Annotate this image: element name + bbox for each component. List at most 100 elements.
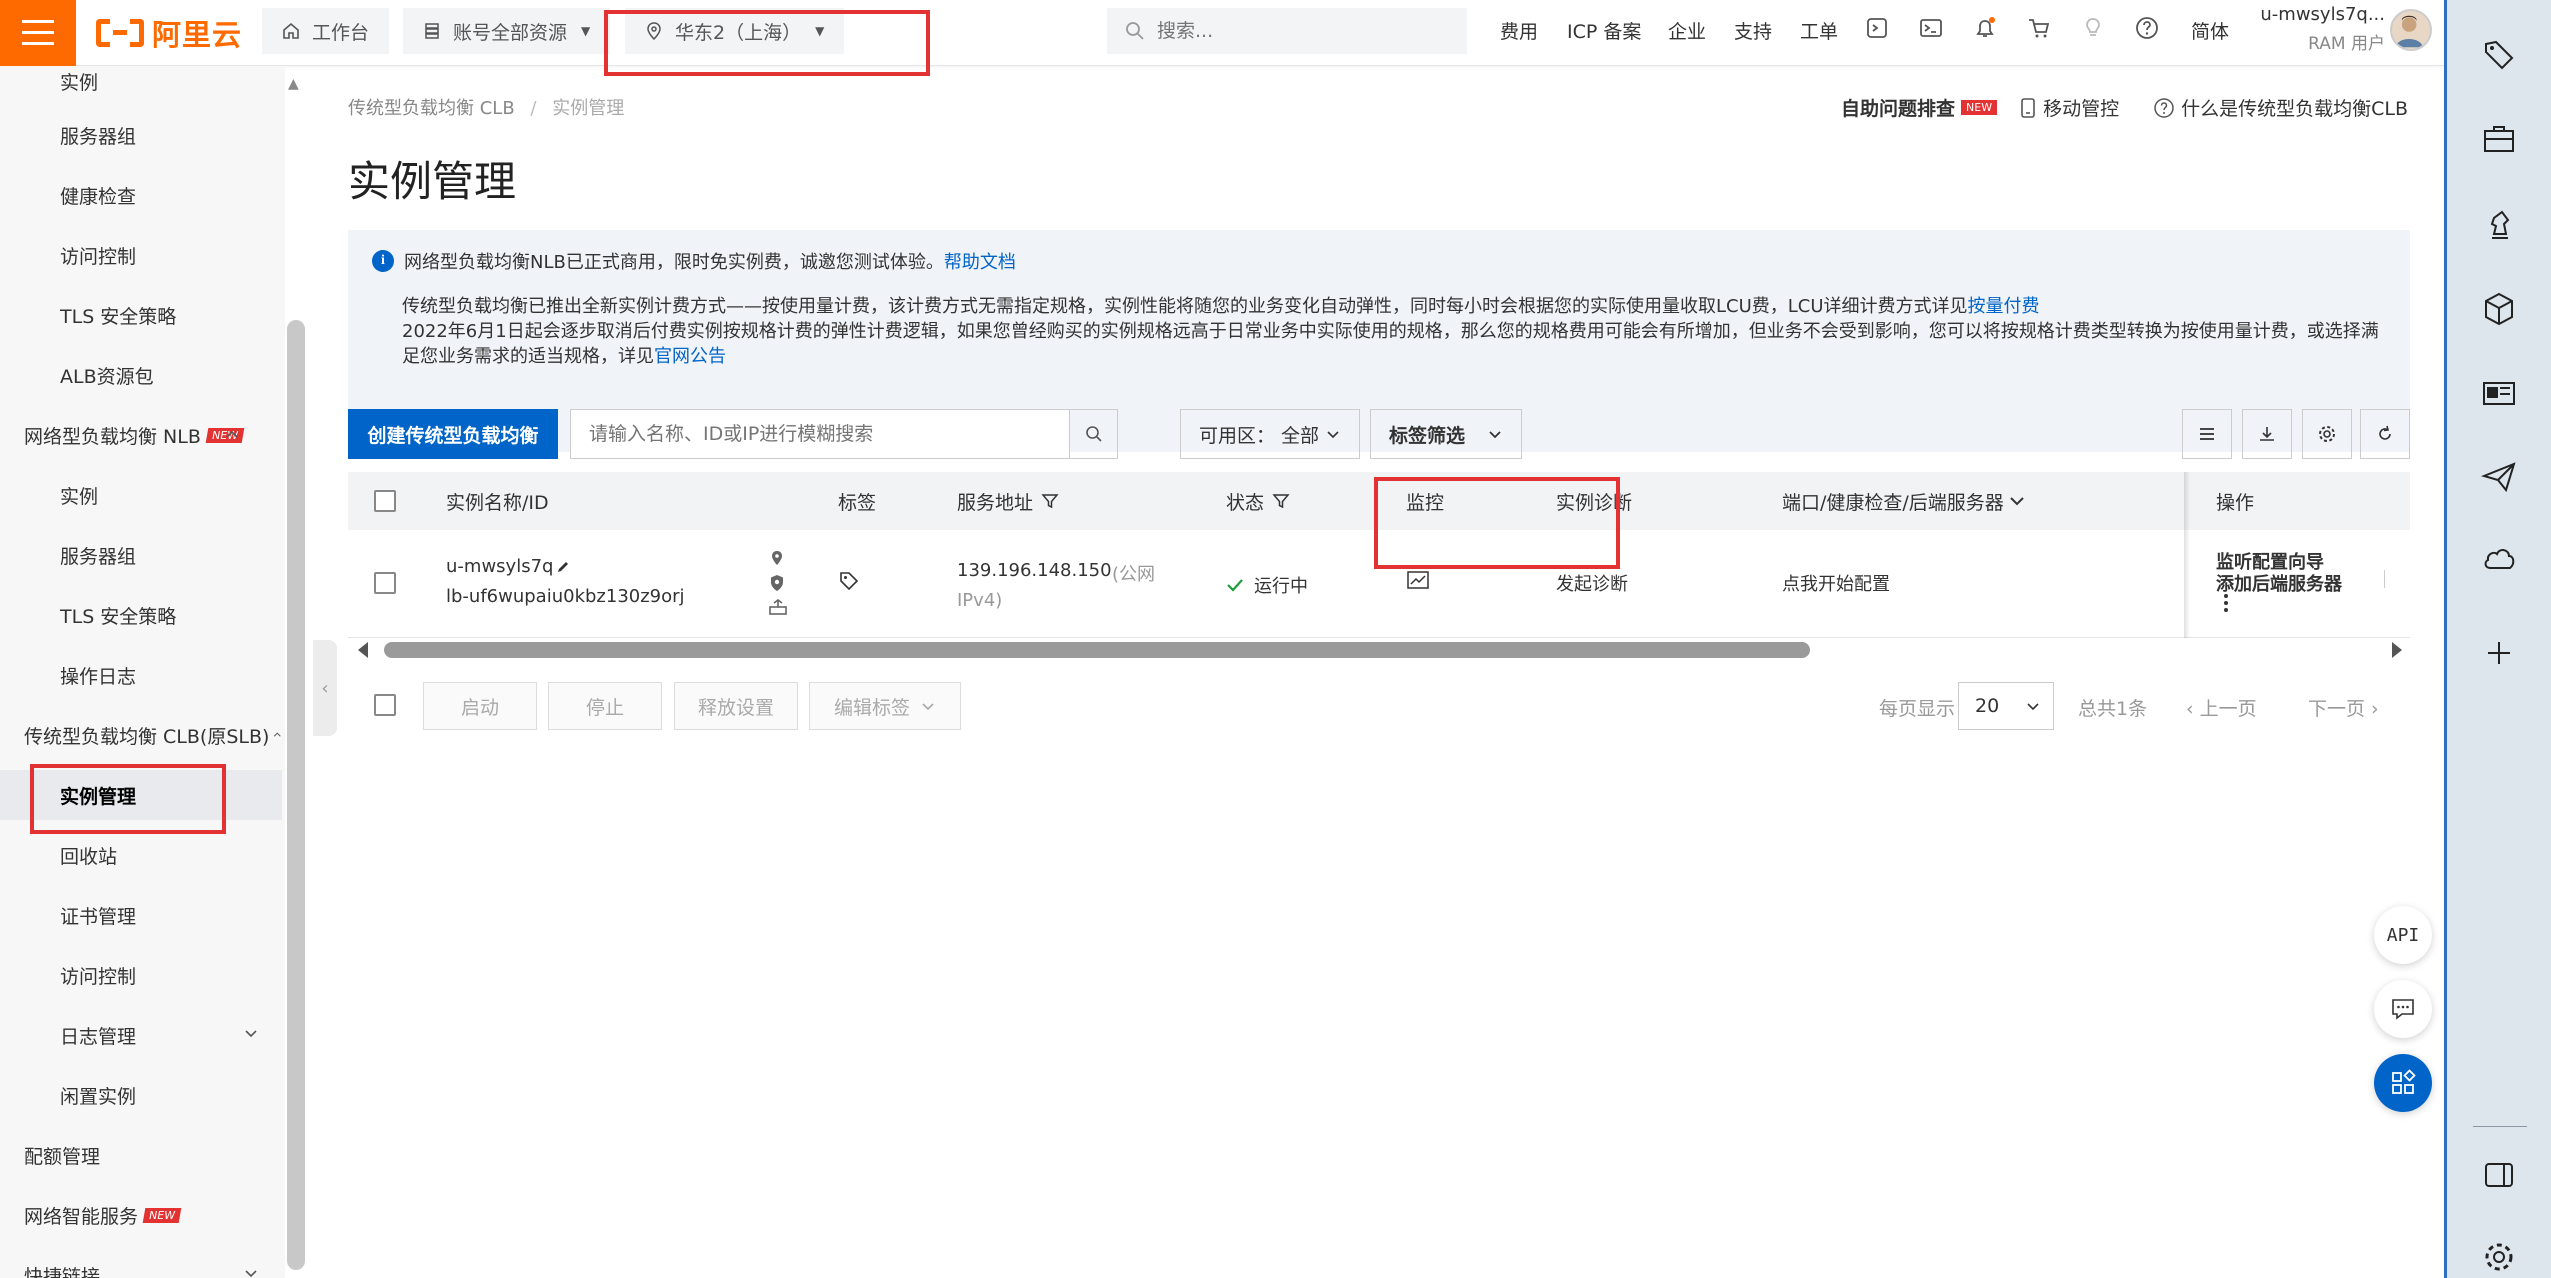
nav-icp[interactable]: ICP 备案 [1567,17,1641,44]
more-vertical-icon[interactable] [2224,594,2228,612]
plus-icon[interactable] [2480,634,2518,672]
breadcrumb-parent[interactable]: 传统型负载均衡 CLB [348,98,515,119]
sidebar-item-nlb-tls-policy[interactable]: TLS 安全策略 [0,590,282,640]
edit-pencil-icon[interactable] [555,559,571,575]
cart-icon[interactable] [2026,15,2052,41]
feedback-button[interactable] [2374,980,2432,1038]
start-config-link[interactable]: 点我开始配置 [1782,570,1890,596]
sidebar-item-network-intelligence[interactable]: 网络智能服务 NEW [0,1190,282,1240]
sidebar-group-nlb[interactable]: 网络型负载均衡 NLB NEW [0,410,282,460]
sidebar-item-nlb-server-group[interactable]: 服务器组 [0,530,282,580]
cloud-icon[interactable] [2480,540,2518,578]
filter-icon[interactable] [1272,492,1290,510]
sidebar-item-operation-log[interactable]: 操作日志 [0,650,282,700]
sidebar-group-clb[interactable]: 传统型负载均衡 CLB(原SLB) [0,710,282,760]
search-button[interactable] [1069,410,1117,458]
settings-button[interactable] [2302,409,2352,459]
tag-icon[interactable] [2480,36,2518,74]
table-header: 实例名称/ID 标签 服务地址 状态 监控 实例诊断 端口/健康检查/后端服务器… [348,472,2410,530]
nav-enterprise[interactable]: 企业 [1668,17,1706,44]
export-button[interactable] [2242,409,2292,459]
add-backend-link[interactable]: 添加后端服务器 [2216,570,2342,596]
lightbulb-icon[interactable] [2080,15,2106,41]
nav-support[interactable]: 支持 [1734,17,1772,44]
workbench-button[interactable]: 工作台 [262,8,390,54]
terminal-icon[interactable] [1918,15,1944,41]
sidebar-item-instance-management[interactable]: 实例管理 [0,770,282,820]
instance-search-input[interactable] [571,410,1069,458]
sidebar-item-recycle-bin[interactable]: 回收站 [0,830,282,880]
sidebar-item-alb-server-group[interactable]: 服务器组 [0,110,282,160]
sidebar-item-alb-access-control[interactable]: 访问控制 [0,230,282,280]
row-checkbox[interactable] [374,572,396,594]
pay-as-you-go-link[interactable]: 按量付费 [1968,296,2040,317]
sidebar-item-clb-access-control[interactable]: 访问控制 [0,950,282,1000]
official-announcement-link[interactable]: 官网公告 [654,346,726,367]
help-icon[interactable] [2134,15,2160,41]
sidebar-item-alb-package[interactable]: ALB资源包 [0,350,282,400]
refresh-button[interactable] [2360,409,2410,459]
bell-icon[interactable] [1972,15,1998,41]
sidebar-item-quick-links[interactable]: 快捷链接 [0,1250,282,1278]
sidebar-toggle-icon[interactable] [2480,1156,2518,1194]
column-settings-button[interactable] [2182,409,2232,459]
page-size-select[interactable]: 20 [1958,682,2054,730]
sidebar-scrollbar[interactable] [287,320,305,1270]
toolbox-icon[interactable] [2480,120,2518,158]
next-page-button[interactable]: 下一页 › [2308,694,2379,721]
help-doc-link[interactable]: 帮助文档 [944,248,1016,274]
tag-filter-dropdown[interactable]: 标签筛选 [1370,409,1522,459]
scroll-left-arrow-icon[interactable] [358,642,368,658]
api-button[interactable]: API [2374,906,2432,964]
mail-icon[interactable] [2480,374,2518,412]
cube-icon[interactable] [2480,290,2518,328]
start-button[interactable]: 启动 [423,682,537,730]
tag-icon[interactable] [838,570,860,592]
sidebar-item-health-check[interactable]: 健康检查 [0,170,282,220]
send-icon[interactable] [2480,458,2518,496]
scrollbar-thumb[interactable] [384,642,1810,658]
global-search[interactable] [1107,8,1467,54]
scroll-right-arrow-icon[interactable] [2392,642,2402,658]
stop-button[interactable]: 停止 [548,682,662,730]
table-horizontal-scrollbar[interactable] [348,638,2410,662]
sidebar-item-alb-instance[interactable]: 实例 [0,56,282,106]
sidebar-collapse-handle[interactable]: ‹ [313,640,337,736]
monitor-chart-icon[interactable] [1406,570,1430,592]
sidebar-item-log-management[interactable]: 日志管理 [0,1010,282,1060]
edit-tags-button[interactable]: 编辑标签 [809,682,961,730]
chess-knight-icon[interactable] [2480,206,2518,244]
prev-page-button[interactable]: ‹ 上一页 [2186,694,2257,721]
language-switch[interactable]: 简体 [2191,17,2229,44]
avatar[interactable] [2390,9,2432,51]
what-is-clb-link[interactable]: 什么是传统型负载均衡CLB [2153,94,2408,121]
release-settings-button[interactable]: 释放设置 [674,682,798,730]
gear-icon[interactable] [2480,1238,2518,1276]
sidebar-item-label: 访问控制 [60,245,137,268]
mobile-control-link[interactable]: 移动管控 [2019,94,2119,121]
sidebar-item-idle-instance[interactable]: 闲置实例 [0,1070,282,1120]
sidebar-item-quota[interactable]: 配额管理 [0,1130,282,1180]
sidebar-item-certificate[interactable]: 证书管理 [0,890,282,940]
apps-button[interactable] [2374,1054,2432,1112]
region-dropdown[interactable]: 华东2（上海） ▼ [625,8,845,54]
select-all-checkbox[interactable] [374,472,396,530]
create-clb-button[interactable]: 创建传统型负载均衡 [348,409,558,459]
shell-icon[interactable] [1864,15,1890,41]
user-menu[interactable]: u-mwsyls7q... RAM 用户 [2255,4,2385,60]
account-scope-dropdown[interactable]: 账号全部资源 ▼ [403,8,611,54]
sidebar-item-nlb-instance[interactable]: 实例 [0,470,282,520]
aliyun-logo[interactable]: 阿里云 [96,13,242,53]
nav-fees[interactable]: 费用 [1500,17,1538,44]
nav-ticket[interactable]: 工单 [1800,17,1838,44]
self-diagnose-link[interactable]: 自助问题排查 NEW [1841,94,1998,121]
scroll-up-arrow-icon[interactable]: ▲ [288,76,299,92]
bulk-select-checkbox[interactable] [374,694,396,716]
start-diagnosis-link[interactable]: 发起诊断 [1556,570,1628,596]
zone-filter-dropdown[interactable]: 可用区： 全部 [1180,409,1360,459]
th-port[interactable]: 端口/健康检查/后端服务器 [1782,472,2026,530]
instance-id-link[interactable]: lb-uf6wupaiu0kbz130z9orj [446,586,685,607]
global-search-input[interactable] [1157,20,1437,42]
sidebar-item-alb-tls-policy[interactable]: TLS 安全策略 [0,290,282,340]
filter-icon[interactable] [1041,492,1059,510]
